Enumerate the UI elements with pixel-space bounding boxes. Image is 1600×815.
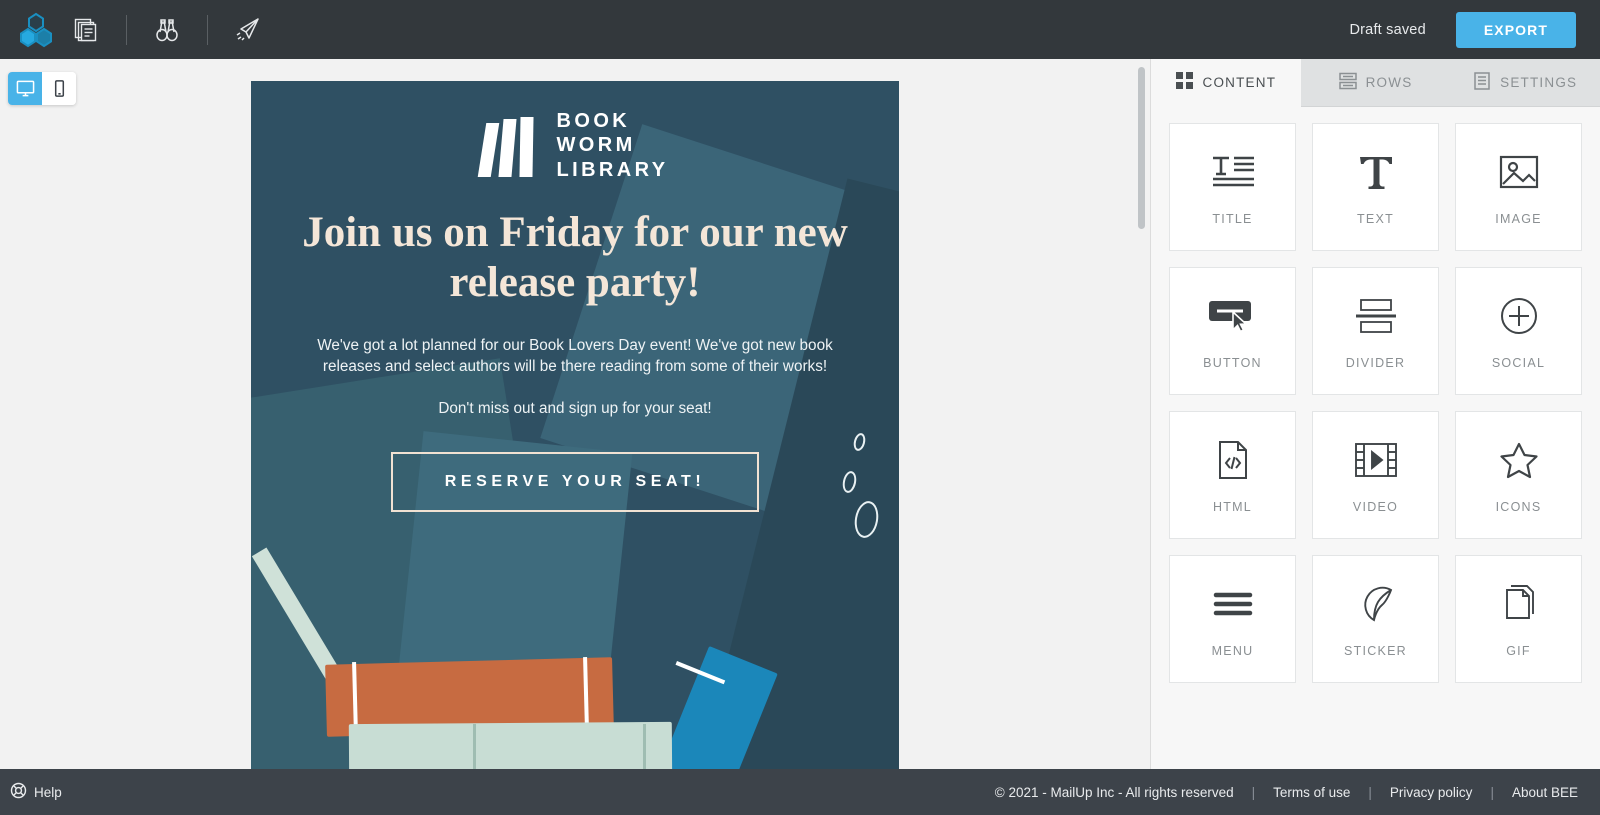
- image-picture-icon: [1499, 148, 1539, 196]
- tab-settings-label: SETTINGS: [1500, 75, 1578, 90]
- content-tile-title-label: TITLE: [1212, 212, 1253, 226]
- hamburger-menu-icon: [1212, 580, 1254, 628]
- tab-rows-label: ROWS: [1365, 75, 1413, 90]
- content-tile-button-label: BUTTON: [1203, 356, 1262, 370]
- brand-logo: BOOK WORM LIBRARY: [251, 81, 899, 182]
- content-tile-text-label: TEXT: [1357, 212, 1394, 226]
- top-toolbar: Draft saved EXPORT: [0, 0, 1600, 59]
- help-button[interactable]: Help: [10, 782, 62, 802]
- draft-status: Draft saved: [1349, 21, 1426, 38]
- gif-pages-icon: [1501, 580, 1537, 628]
- canvas-scrollbar[interactable]: [1138, 67, 1145, 761]
- rows-stack-icon: [1338, 72, 1357, 93]
- tab-settings[interactable]: SETTINGS: [1450, 59, 1600, 107]
- email-template: BOOK WORM LIBRARY Join us on Friday for …: [251, 81, 899, 769]
- green-book: [348, 721, 673, 769]
- content-tile-social-label: SOCIAL: [1491, 356, 1546, 370]
- canvas-scrollbar-thumb[interactable]: [1138, 67, 1145, 229]
- star-outline-icon: [1499, 436, 1539, 484]
- grid-squares-icon: [1175, 72, 1194, 93]
- mobile-view-button[interactable]: [42, 72, 76, 105]
- bottom-status-bar: Help © 2021 - MailUp Inc - All rights re…: [0, 769, 1600, 815]
- book-spines-logo-icon: [477, 115, 539, 177]
- content-tile-sticker-label: STICKER: [1344, 644, 1407, 658]
- bottom-bar-links: © 2021 - MailUp Inc - All rights reserve…: [995, 785, 1578, 800]
- green-book-page-line-1: [473, 724, 476, 769]
- email-headline[interactable]: Join us on Friday for our new release pa…: [291, 208, 859, 308]
- reserve-seat-cta-button[interactable]: RESERVE YOUR SEAT!: [391, 451, 759, 512]
- preview-binoculars-icon[interactable]: [139, 0, 195, 59]
- plus-circle-icon: [1499, 292, 1539, 340]
- sticker-peel-icon: [1356, 580, 1396, 628]
- html-code-document-icon: [1216, 436, 1250, 484]
- tab-content[interactable]: CONTENT: [1151, 59, 1301, 107]
- title-t-lines-icon: [1210, 148, 1256, 196]
- brand-name: BOOK WORM LIBRARY: [557, 109, 669, 182]
- content-tile-image-label: IMAGE: [1495, 212, 1542, 226]
- content-tile-menu-label: MENU: [1211, 644, 1254, 658]
- send-test-paperplane-icon[interactable]: [220, 0, 276, 59]
- document-lines-icon: [1473, 72, 1491, 93]
- privacy-policy-link[interactable]: Privacy policy: [1390, 785, 1473, 800]
- button-with-cursor-icon: [1207, 292, 1259, 340]
- sidebar-tabs: CONTENT ROWS SETTINGS: [1151, 59, 1600, 107]
- device-preview-toggle: [8, 72, 76, 105]
- brand-line-1: BOOK: [556, 110, 631, 132]
- brand-line-2: WORM: [556, 134, 636, 157]
- email-paragraph-1[interactable]: We've got a lot planned for our Book Lov…: [295, 336, 855, 377]
- content-tile-icons[interactable]: ICONS: [1455, 411, 1582, 539]
- content-tile-button[interactable]: BUTTON: [1169, 267, 1296, 395]
- tab-rows[interactable]: ROWS: [1300, 59, 1451, 107]
- content-tile-divider[interactable]: DIVIDER: [1312, 267, 1439, 395]
- content-blocks-grid: TITLE TEXT IMAGE BUTTON DIVIDER SOCIAL H…: [1151, 107, 1600, 699]
- export-button[interactable]: EXPORT: [1455, 11, 1576, 48]
- content-tile-title[interactable]: TITLE: [1169, 123, 1296, 251]
- content-tile-video-label: VIDEO: [1352, 500, 1399, 514]
- bee-cubes-logo-icon[interactable]: [14, 8, 58, 52]
- content-tile-divider-label: DIVIDER: [1345, 356, 1406, 370]
- content-tile-gif[interactable]: GIF: [1455, 555, 1582, 683]
- email-paragraph-2[interactable]: Don't miss out and sign up for your seat…: [295, 399, 855, 420]
- content-tile-social[interactable]: SOCIAL: [1455, 267, 1582, 395]
- desktop-view-button[interactable]: [8, 72, 42, 105]
- divider-lines-icon: [1354, 292, 1398, 340]
- email-canvas[interactable]: BOOK WORM LIBRARY Join us on Friday for …: [251, 81, 899, 769]
- brand-line-3: LIBRARY: [556, 158, 669, 181]
- toolbar-divider-2: [207, 14, 208, 45]
- content-tile-image[interactable]: IMAGE: [1455, 123, 1582, 251]
- green-book-page-line-2: [643, 724, 646, 769]
- link-separator-2: |: [1368, 784, 1372, 800]
- link-separator-3: |: [1490, 784, 1494, 800]
- content-tile-video[interactable]: VIDEO: [1312, 411, 1439, 539]
- content-tile-html[interactable]: HTML: [1169, 411, 1296, 539]
- content-tile-menu[interactable]: MENU: [1169, 555, 1296, 683]
- content-tile-gif-label: GIF: [1506, 644, 1531, 658]
- right-sidebar: CONTENT ROWS SETTINGS TITLE TEXT IMAGE B…: [1150, 59, 1600, 769]
- toolbar-divider: [126, 14, 127, 45]
- life-ring-help-icon: [10, 782, 27, 802]
- books-illustration: [251, 547, 899, 769]
- video-filmstrip-play-icon: [1354, 436, 1398, 484]
- link-separator-1: |: [1251, 784, 1256, 800]
- terms-of-use-link[interactable]: Terms of use: [1273, 785, 1350, 800]
- editor-stage: BOOK WORM LIBRARY Join us on Friday for …: [0, 59, 1150, 769]
- content-tile-icons-label: ICONS: [1495, 500, 1542, 514]
- content-tile-sticker[interactable]: STICKER: [1312, 555, 1439, 683]
- text-serif-t-icon: [1355, 148, 1397, 196]
- multi-page-icon[interactable]: [58, 0, 114, 59]
- about-bee-link[interactable]: About BEE: [1512, 785, 1578, 800]
- tab-content-label: CONTENT: [1202, 75, 1277, 90]
- content-tile-text[interactable]: TEXT: [1312, 123, 1439, 251]
- help-label: Help: [34, 784, 62, 800]
- content-tile-html-label: HTML: [1212, 500, 1253, 514]
- copyright-text: © 2021 - MailUp Inc - All rights reserve…: [994, 784, 1234, 800]
